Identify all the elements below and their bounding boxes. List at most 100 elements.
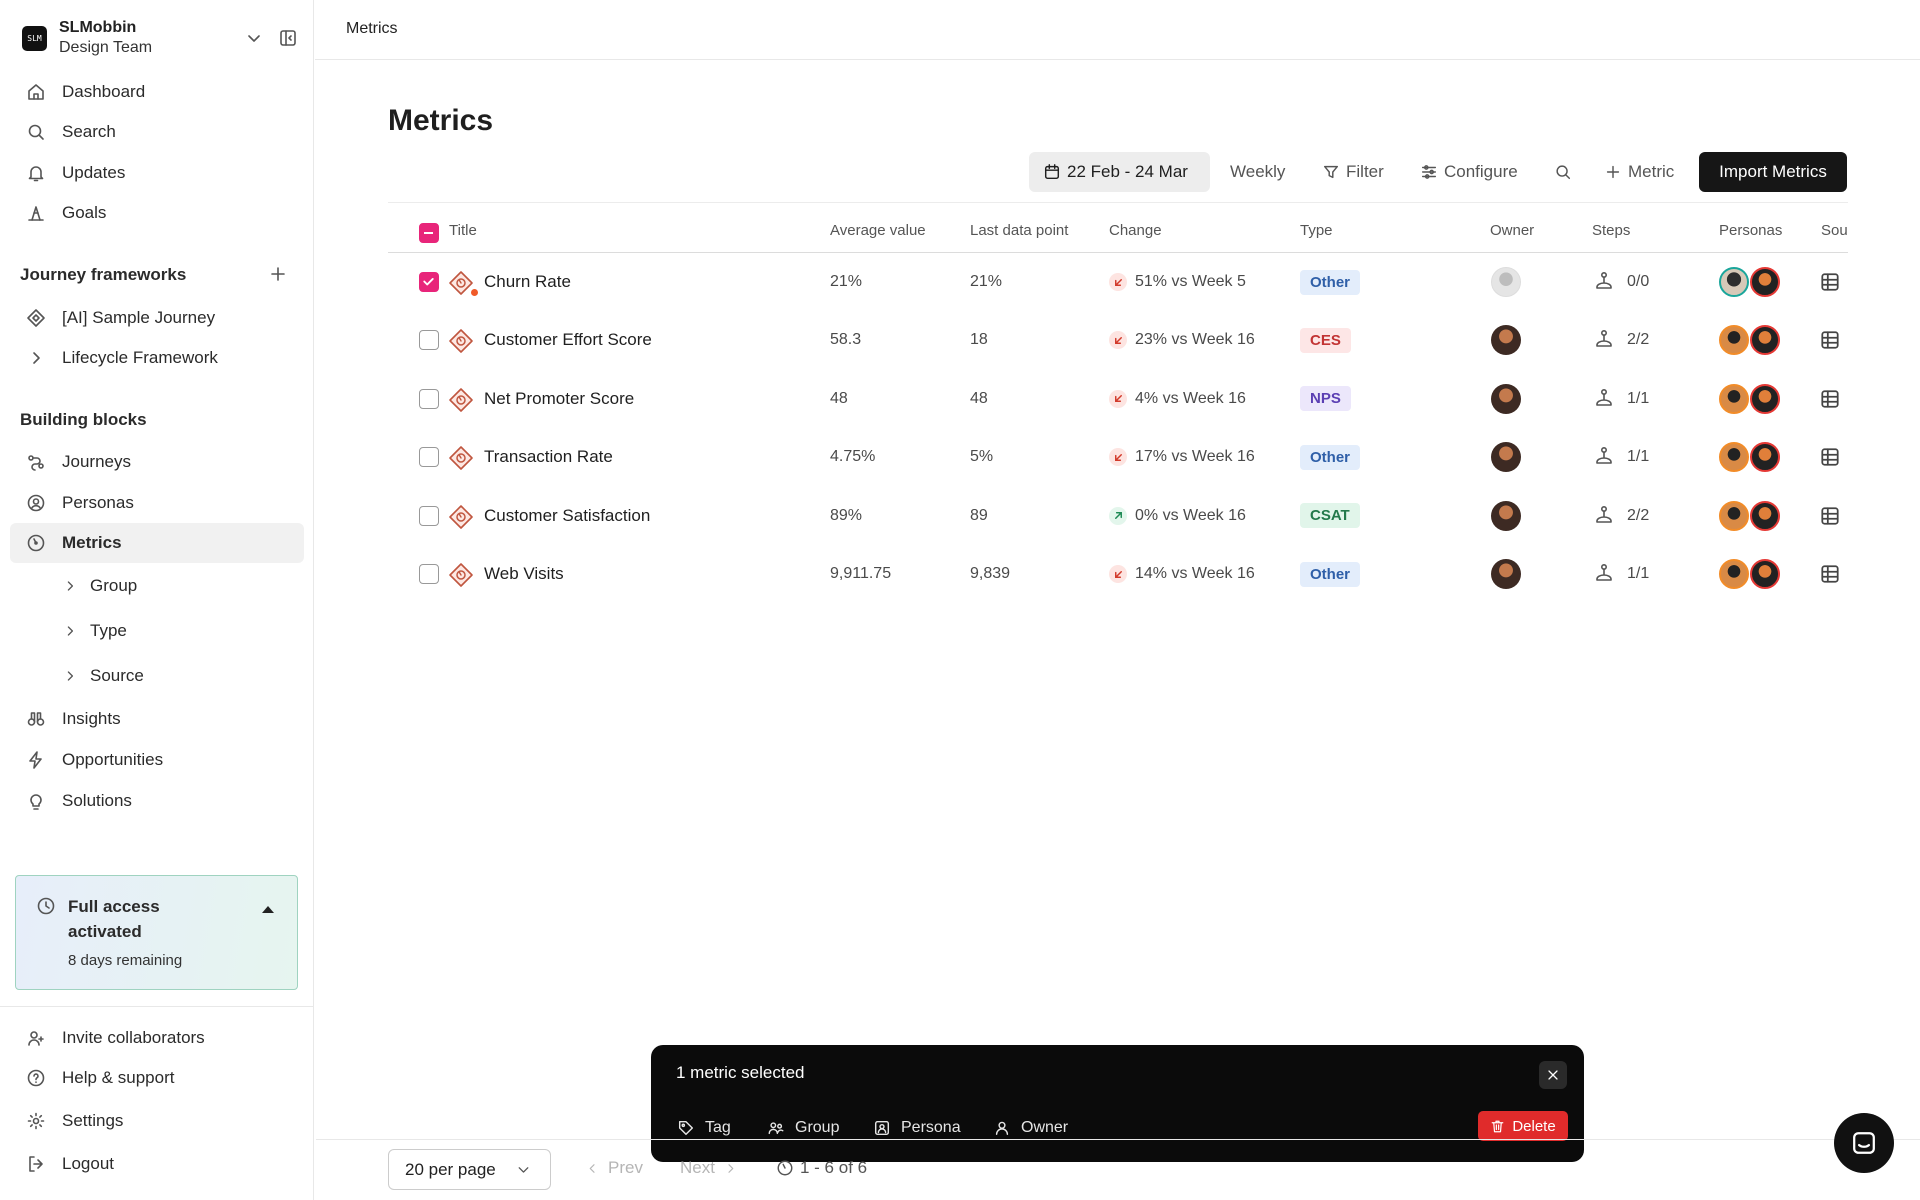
persona-avatar[interactable] xyxy=(1719,559,1749,589)
persona-avatar[interactable] xyxy=(1719,500,1749,531)
add-metric-button[interactable]: Metric xyxy=(1604,152,1674,192)
metric-title[interactable]: Customer Effort Score xyxy=(484,311,652,369)
sidebar-item-personas[interactable]: Personas xyxy=(10,483,304,523)
persona-avatar[interactable] xyxy=(1750,442,1780,473)
owner-avatar[interactable] xyxy=(1491,500,1521,531)
select-all-checkbox[interactable] xyxy=(419,223,439,243)
sidebar-item-solutions[interactable]: Solutions xyxy=(10,781,304,821)
row-checkbox[interactable] xyxy=(419,564,439,584)
sidebar-item-search[interactable]: Search xyxy=(10,112,304,152)
interval-selector[interactable]: Weekly xyxy=(1230,152,1285,192)
sidebar-toggle-icon[interactable] xyxy=(278,28,298,48)
trial-banner[interactable]: Full access activated 8 days remaining xyxy=(15,875,298,990)
type-badge[interactable]: CES xyxy=(1300,327,1351,353)
owner-avatar[interactable] xyxy=(1491,267,1521,297)
column-header-steps[interactable]: Steps xyxy=(1592,222,1630,239)
support-chat-button[interactable] xyxy=(1834,1113,1894,1173)
workspace-switcher[interactable]: SLM SLMobbin Design Team xyxy=(22,16,302,60)
sidebar-subitem-group[interactable]: Group xyxy=(62,568,137,604)
table-source-icon[interactable] xyxy=(1819,271,1841,293)
owner-avatar[interactable] xyxy=(1491,442,1521,473)
table-row[interactable]: Customer Satisfaction 89% 89 0% vs Week … xyxy=(388,487,1848,545)
table-source-icon[interactable] xyxy=(1819,505,1841,527)
persona-avatar[interactable] xyxy=(1750,267,1780,297)
persona-avatar[interactable] xyxy=(1750,559,1780,589)
sidebar-item-logout[interactable]: Logout xyxy=(10,1144,304,1184)
average-value: 48 xyxy=(830,389,848,407)
prev-page-button[interactable]: Prev xyxy=(585,1158,643,1178)
row-checkbox[interactable] xyxy=(419,505,439,526)
next-page-button[interactable]: Next xyxy=(680,1158,738,1178)
sidebar-item-lifecycle[interactable]: Lifecycle Framework xyxy=(10,338,304,378)
sidebar-item-insights[interactable]: Insights xyxy=(10,699,304,739)
persona-avatar[interactable] xyxy=(1719,383,1749,414)
metric-title[interactable]: Churn Rate xyxy=(484,253,571,311)
type-badge[interactable]: Other xyxy=(1300,444,1361,470)
date-range-picker[interactable]: 22 Feb - 24 Mar xyxy=(1029,152,1210,192)
table-row[interactable]: Customer Effort Score 58.3 18 23% vs Wee… xyxy=(388,311,1848,369)
persona-avatar[interactable] xyxy=(1719,442,1749,473)
sidebar-item-dashboard[interactable]: Dashboard xyxy=(10,72,304,112)
metric-title[interactable]: Web Visits xyxy=(484,545,564,603)
filter-button[interactable]: Filter xyxy=(1322,152,1384,192)
column-header-average[interactable]: Average value xyxy=(830,222,926,239)
sidebar-item-updates[interactable]: Updates xyxy=(10,153,304,193)
table-row[interactable]: Transaction Rate 4.75% 5% 17% vs Week 16… xyxy=(388,428,1848,486)
column-header-personas[interactable]: Personas xyxy=(1719,222,1782,239)
search-button[interactable] xyxy=(1554,152,1578,192)
per-page-select[interactable]: 20 per page xyxy=(388,1149,551,1190)
row-checkbox[interactable] xyxy=(419,447,439,468)
top-bar: Metrics xyxy=(315,0,1920,60)
sidebar-item-help[interactable]: Help & support xyxy=(10,1058,304,1098)
sidebar-item-metrics[interactable]: Metrics xyxy=(10,523,304,563)
owner-avatar[interactable] xyxy=(1491,383,1521,414)
close-selection-button[interactable] xyxy=(1539,1061,1567,1089)
sidebar-item-sample-journey[interactable]: [AI] Sample Journey xyxy=(10,298,304,338)
configure-button[interactable]: Configure xyxy=(1420,152,1518,192)
add-framework-icon[interactable] xyxy=(268,264,288,284)
sidebar-item-opportunities[interactable]: Opportunities xyxy=(10,740,304,780)
table-source-icon[interactable] xyxy=(1819,329,1841,351)
type-badge[interactable]: Other xyxy=(1300,561,1361,587)
table-row[interactable]: Churn Rate 21% 21% 51% vs Week 5 Other 0… xyxy=(388,253,1848,311)
row-checkbox[interactable] xyxy=(419,330,439,351)
column-header-last-data-point[interactable]: Last data point xyxy=(970,222,1068,239)
persona-avatar[interactable] xyxy=(1719,267,1749,297)
table-row[interactable]: Web Visits 9,911.75 9,839 14% vs Week 16… xyxy=(388,545,1848,603)
persona-avatar[interactable] xyxy=(1750,325,1780,356)
table-row[interactable]: Net Promoter Score 48 48 4% vs Week 16 N… xyxy=(388,370,1848,428)
column-header-owner[interactable]: Owner xyxy=(1490,222,1534,239)
row-checkbox[interactable] xyxy=(419,272,439,292)
chevron-down-icon[interactable] xyxy=(244,28,264,48)
persona-avatar[interactable] xyxy=(1750,500,1780,531)
sidebar-subitem-source[interactable]: Source xyxy=(62,658,144,694)
sidebar-item-goals[interactable]: Goals xyxy=(10,193,304,233)
column-header-change[interactable]: Change xyxy=(1109,222,1162,239)
table-source-icon[interactable] xyxy=(1819,388,1841,410)
persona-avatar[interactable] xyxy=(1750,383,1780,414)
delete-button[interactable]: Delete xyxy=(1478,1111,1568,1141)
table-source-icon[interactable] xyxy=(1819,446,1841,468)
collapse-caret-icon[interactable] xyxy=(262,906,274,913)
type-badge[interactable]: Other xyxy=(1300,269,1361,295)
owner-avatar[interactable] xyxy=(1491,325,1521,356)
sidebar-item-invite[interactable]: Invite collaborators xyxy=(10,1018,304,1058)
lightning-icon xyxy=(29,751,42,769)
persona-avatar[interactable] xyxy=(1719,325,1749,356)
metric-title[interactable]: Customer Satisfaction xyxy=(484,487,650,545)
metric-title[interactable]: Transaction Rate xyxy=(484,428,613,486)
breadcrumb[interactable]: Metrics xyxy=(346,20,398,38)
owner-avatar[interactable] xyxy=(1491,559,1521,589)
sidebar-subitem-type[interactable]: Type xyxy=(62,613,127,649)
sidebar-item-journeys[interactable]: Journeys xyxy=(10,442,304,482)
column-header-title[interactable]: Title xyxy=(449,222,477,239)
table-source-icon[interactable] xyxy=(1819,563,1841,585)
column-header-source[interactable]: Sou xyxy=(1821,222,1848,239)
type-badge[interactable]: CSAT xyxy=(1300,503,1360,529)
sidebar-item-settings[interactable]: Settings xyxy=(10,1101,304,1141)
type-badge[interactable]: NPS xyxy=(1300,386,1351,412)
metric-title[interactable]: Net Promoter Score xyxy=(484,370,634,428)
import-metrics-button[interactable]: Import Metrics xyxy=(1699,152,1847,192)
column-header-type[interactable]: Type xyxy=(1300,222,1333,239)
row-checkbox[interactable] xyxy=(419,388,439,409)
